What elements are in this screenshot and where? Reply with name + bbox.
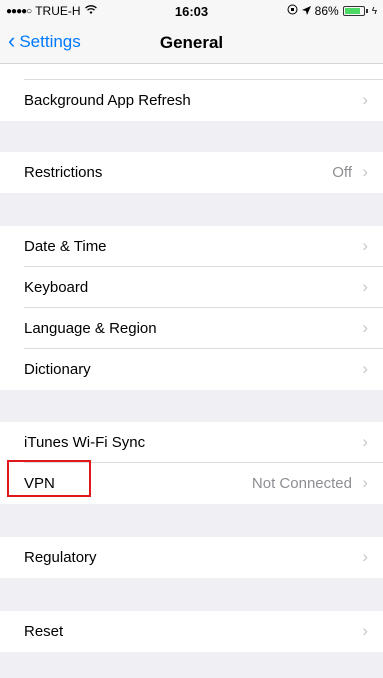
status-right: 86% ϟ: [287, 4, 377, 18]
row-label: Regulatory: [24, 549, 97, 566]
highlight-box: [7, 460, 91, 497]
row-label: Restrictions: [24, 164, 103, 181]
navigation-bar: ‹ Settings General: [0, 22, 383, 64]
row-itunes-wifi-sync[interactable]: iTunes Wi-Fi Sync ›: [0, 422, 383, 463]
row-label: Reset: [24, 623, 64, 640]
row-label: Dictionary: [24, 361, 91, 378]
chevron-right-icon: ›: [362, 162, 368, 181]
row-date-time[interactable]: Date & Time ›: [0, 226, 383, 267]
battery-icon: [342, 6, 365, 16]
row-regulatory[interactable]: Regulatory ›: [0, 537, 383, 578]
chevron-right-icon: ›: [362, 90, 368, 109]
row-language-region[interactable]: Language & Region ›: [0, 308, 383, 349]
chevron-right-icon: ›: [362, 432, 368, 451]
chevron-right-icon: ›: [362, 236, 368, 255]
row-label: Keyboard: [24, 279, 89, 296]
chevron-right-icon: ›: [362, 547, 368, 566]
charging-icon: ϟ: [371, 5, 377, 17]
location-icon: [301, 4, 311, 18]
battery-percent: 86%: [314, 4, 339, 18]
row-keyboard[interactable]: Keyboard ›: [0, 267, 383, 308]
row-background-app-refresh[interactable]: Background App Refresh ›: [0, 80, 383, 121]
previous-row-remnant: [0, 64, 383, 80]
battery-tip: [365, 9, 368, 13]
page-title: General: [159, 33, 224, 52]
chevron-right-icon: ›: [362, 473, 368, 492]
chevron-right-icon: ›: [362, 359, 368, 378]
row-label: Language & Region: [24, 320, 157, 337]
row-label: Date & Time: [24, 238, 107, 255]
chevron-right-icon: ›: [362, 277, 368, 296]
row-restrictions[interactable]: Restrictions Off ›: [0, 152, 383, 193]
row-reset[interactable]: Reset ›: [0, 611, 383, 652]
row-value: Off: [332, 164, 352, 181]
status-bar: ●●●●○ TRUE-H 16:03 86% ϟ: [0, 0, 383, 22]
row-dictionary[interactable]: Dictionary ›: [0, 349, 383, 390]
chevron-right-icon: ›: [362, 318, 368, 337]
row-label: iTunes Wi-Fi Sync: [24, 434, 146, 451]
row-value: Not Connected: [251, 475, 352, 492]
orientation-lock-icon: [287, 4, 298, 18]
battery-fill: [344, 8, 360, 14]
chevron-right-icon: ›: [362, 621, 368, 640]
row-label: Background App Refresh: [24, 92, 191, 109]
